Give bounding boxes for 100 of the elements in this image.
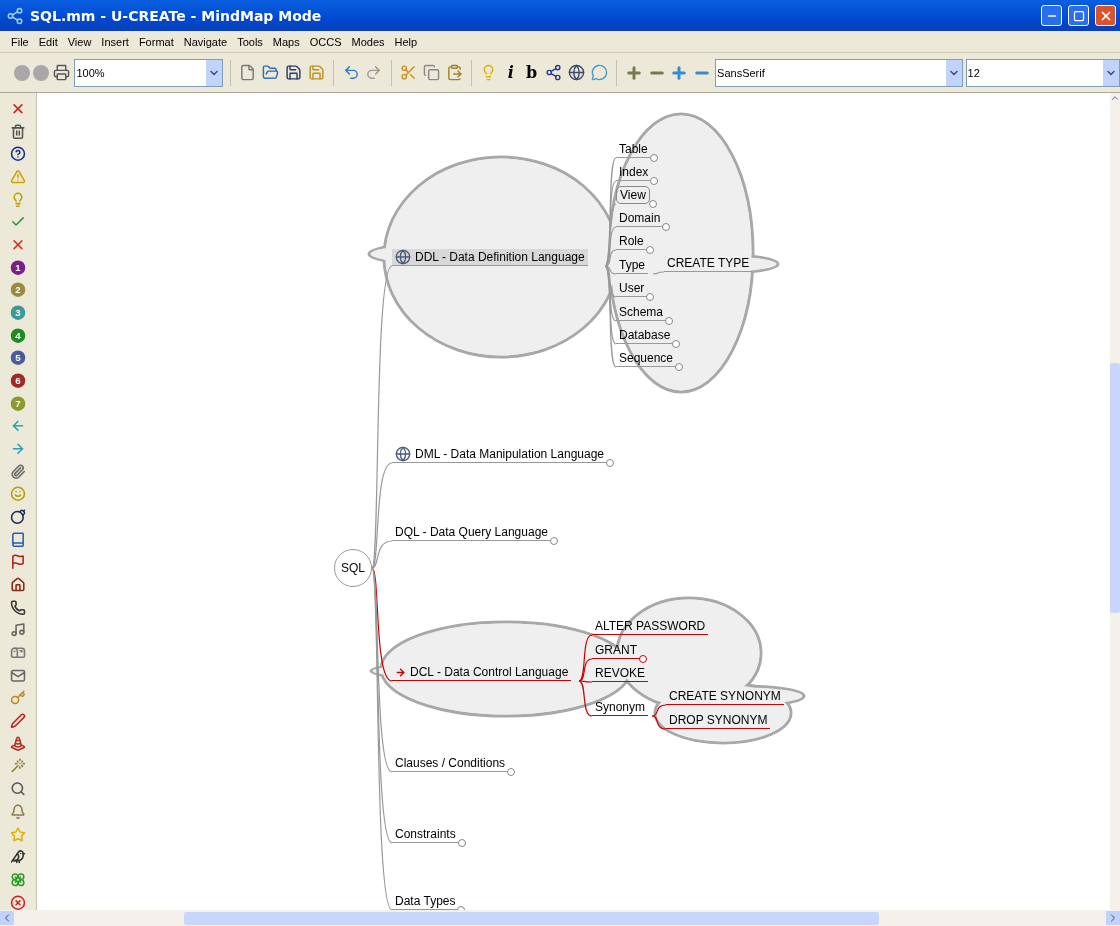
map-node[interactable]: Constraints xyxy=(392,826,459,843)
window-title: SQL.mm - U-CREATe - MindMap Mode xyxy=(30,7,323,24)
fold-marker-icon[interactable] xyxy=(457,839,466,847)
map-node[interactable]: CREATE SYNONYM xyxy=(666,688,784,705)
menu-item[interactable]: View xyxy=(62,35,97,48)
fold-marker-icon[interactable] xyxy=(675,363,684,371)
lightbulb-icon[interactable] xyxy=(10,191,26,208)
pen-icon[interactable] xyxy=(10,713,26,729)
map-node[interactable]: GRANT xyxy=(592,642,640,659)
menu-item[interactable]: Tools xyxy=(232,35,268,48)
menu-item[interactable]: Help xyxy=(389,35,423,48)
font-size-dropdown[interactable]: 12 xyxy=(965,58,1120,87)
bomb-icon[interactable] xyxy=(10,509,26,525)
fold-marker-icon[interactable] xyxy=(672,340,681,348)
map-node[interactable]: DDL - Data Definition Language xyxy=(392,249,588,266)
map-node[interactable]: Synonym xyxy=(592,699,649,716)
stop-icon[interactable] xyxy=(10,894,26,910)
menu-item[interactable]: OCCS xyxy=(304,35,347,48)
map-node[interactable]: ALTER PASSWORD xyxy=(592,618,709,635)
map-node[interactable]: Clauses / Conditions xyxy=(392,755,509,772)
menu-item[interactable]: File xyxy=(6,35,34,48)
key-icon[interactable] xyxy=(10,690,26,706)
menu-item[interactable]: Navigate xyxy=(178,35,233,48)
envelope-icon[interactable] xyxy=(10,667,26,684)
menu-item[interactable]: Edit xyxy=(33,35,63,48)
connector-line xyxy=(651,715,667,730)
map-node[interactable]: Type xyxy=(616,257,648,274)
connector-line xyxy=(652,271,665,275)
music-icon[interactable] xyxy=(10,622,26,638)
map-node[interactable]: Domain xyxy=(616,210,664,227)
smiley-icon[interactable] xyxy=(10,486,26,502)
scroll-up-icon[interactable] xyxy=(1110,93,1120,103)
italic-button[interactable]: i xyxy=(501,61,520,84)
root-node[interactable]: SQL xyxy=(334,549,372,587)
arrow-right-icon[interactable] xyxy=(10,441,26,457)
search-icon[interactable] xyxy=(10,781,26,797)
phone-icon[interactable] xyxy=(10,599,26,616)
font-dropdown[interactable]: SansSerif xyxy=(715,58,963,87)
fold-marker-icon[interactable] xyxy=(650,177,659,185)
zoom-dropdown[interactable]: 100% xyxy=(74,58,223,87)
map-node[interactable]: DQL - Data Query Language xyxy=(392,524,551,541)
fold-marker-icon[interactable] xyxy=(507,768,516,776)
arrow-icon xyxy=(395,666,406,678)
wand-icon[interactable] xyxy=(10,758,26,774)
traffic-cone-icon[interactable] xyxy=(10,735,26,752)
map-node[interactable]: DROP SYNONYM xyxy=(666,712,771,729)
star-icon[interactable] xyxy=(10,826,26,842)
fold-marker-icon[interactable] xyxy=(662,223,671,231)
map-node[interactable]: Table xyxy=(616,141,651,158)
bird-icon[interactable] xyxy=(10,849,26,865)
plus-icon[interactable] xyxy=(670,63,689,82)
globe-icon xyxy=(395,249,411,265)
fold-marker-icon[interactable] xyxy=(648,200,657,208)
priority-icon[interactable]: 5 xyxy=(10,350,26,366)
map-node[interactable]: Index xyxy=(616,164,652,181)
flag-icon[interactable] xyxy=(10,554,26,570)
menu-item[interactable]: Format xyxy=(133,35,179,48)
connector-line xyxy=(651,704,667,717)
map-node[interactable]: REVOKE xyxy=(592,665,648,682)
bold-button[interactable]: b xyxy=(522,61,541,84)
menu-item[interactable]: Insert xyxy=(96,35,134,48)
horizontal-scrollbar[interactable] xyxy=(0,910,1120,926)
fold-marker-icon[interactable] xyxy=(665,317,674,325)
fold-marker-icon[interactable] xyxy=(649,154,658,162)
plus-icon[interactable] xyxy=(624,63,643,82)
map-node[interactable]: Role xyxy=(616,233,647,250)
house-icon[interactable] xyxy=(10,577,26,593)
vertical-scrollbar[interactable] xyxy=(1110,93,1120,910)
globe-icon xyxy=(395,446,411,462)
paperclip-icon[interactable] xyxy=(10,463,26,480)
menu-item[interactable]: Maps xyxy=(267,35,305,48)
map-node[interactable]: Sequence xyxy=(616,350,677,367)
fold-marker-icon[interactable] xyxy=(645,246,654,254)
map-node[interactable]: DML - Data Manipulation Language xyxy=(392,446,607,463)
warning-icon[interactable] xyxy=(10,169,26,185)
mailbox-icon[interactable] xyxy=(10,645,26,661)
back-icon[interactable] xyxy=(14,64,30,81)
close-button[interactable] xyxy=(1095,5,1116,26)
fold-marker-icon[interactable] xyxy=(550,537,558,545)
priority-icon[interactable]: 4 xyxy=(10,327,26,344)
fold-marker-icon[interactable] xyxy=(639,655,647,663)
fold-marker-icon[interactable] xyxy=(606,459,614,467)
map-node[interactable]: User xyxy=(616,280,648,297)
map-node[interactable]: Database xyxy=(616,327,674,344)
priority-icon[interactable]: 6 xyxy=(10,373,26,389)
menu-item[interactable]: Modes xyxy=(346,35,390,48)
trash-icon[interactable] xyxy=(10,123,26,140)
priority-icon[interactable]: 1 xyxy=(10,259,26,276)
bell-icon[interactable] xyxy=(10,803,26,820)
map-node[interactable]: Schema xyxy=(616,304,667,321)
fold-marker-icon[interactable] xyxy=(646,293,655,301)
minimize-button[interactable] xyxy=(1041,5,1062,26)
arrow-left-icon[interactable] xyxy=(10,418,26,434)
help-icon[interactable] xyxy=(10,146,26,162)
maximize-button[interactable] xyxy=(1068,5,1089,26)
forward-icon[interactable] xyxy=(32,64,49,81)
flower-icon[interactable] xyxy=(10,871,26,888)
map-node[interactable]: View xyxy=(616,186,650,204)
app-icon xyxy=(6,6,24,25)
book-icon[interactable] xyxy=(10,531,26,548)
